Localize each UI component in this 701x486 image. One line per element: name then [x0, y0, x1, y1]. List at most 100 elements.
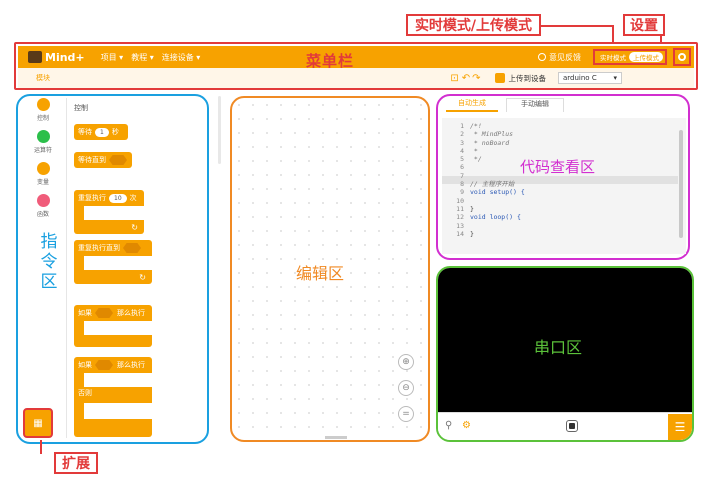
code-line-text: } [470, 204, 474, 213]
repeat-label: 重复执行 [78, 194, 106, 202]
category-control-dot [36, 98, 50, 111]
serial-toolbar [438, 412, 692, 440]
extension-annotation: 扩展 [54, 452, 98, 474]
menu-project[interactable]: 项目 ▾ [101, 52, 124, 63]
app-logo[interactable]: Mind+ [28, 51, 85, 64]
board-select[interactable]: arduino C ▾ [558, 72, 622, 84]
repeat-until-block[interactable]: 重复执行直到 ↻ [74, 240, 152, 284]
category-variables[interactable]: 变量 [28, 162, 58, 186]
code-line-number: 4 [460, 146, 464, 155]
usb-icon[interactable]: ⚲ [445, 420, 452, 431]
menu-connect-device[interactable]: 连接设备 ▾ [162, 52, 201, 63]
loop-arrow-icon: ↻ [131, 223, 138, 232]
repeat-until-block-mouth [84, 256, 152, 270]
category-variables-dot [36, 162, 50, 175]
if-then-else-block[interactable]: 如果 那么执行 否则 [74, 357, 152, 437]
code-line-number: 5 [460, 155, 464, 164]
chevron-down-icon: ▾ [613, 74, 617, 82]
if-then-block[interactable]: 如果 那么执行 [74, 305, 152, 347]
editor-zone-annotation: 编辑区 [296, 264, 345, 283]
code-line-text: */ [470, 155, 482, 164]
upload-device-label[interactable]: 上传到设备 [509, 73, 547, 84]
code-line-number: 6 [460, 163, 464, 172]
upload-device-icon[interactable] [494, 73, 505, 83]
wait-block[interactable]: 等待 1 秒 [74, 124, 128, 140]
undo-icon[interactable]: ↶ [462, 73, 470, 84]
extension-button[interactable]: ▦ [23, 408, 53, 438]
realtime-mode-option[interactable]: 实时模式 [597, 52, 629, 62]
wait-value-input[interactable]: 1 [95, 127, 109, 137]
repeat-until-condition-slot[interactable] [123, 243, 141, 253]
code-line: 1 /*! [446, 122, 676, 130]
category-operators-label: 运算符 [33, 147, 52, 154]
code-line: 9 void setup() { [446, 188, 676, 196]
code-line-number: 2 [460, 130, 464, 139]
code-line-number: 11 [456, 204, 464, 213]
if-else-if-label: 如果 [78, 361, 92, 369]
zoom-reset-button[interactable]: = [398, 406, 414, 422]
code-zone-annotation: 代码查看区 [520, 158, 596, 176]
category-control[interactable]: 控制 [28, 98, 58, 122]
wait-block-label: 等待 [78, 128, 92, 136]
eraser-icon [569, 423, 575, 429]
board-select-value: arduino C [563, 74, 597, 82]
if-else-condition-slot[interactable] [95, 360, 113, 370]
code-scrollbar[interactable] [679, 130, 683, 238]
zoom-out-icon: ⊖ [402, 383, 410, 393]
serial-menu-button[interactable]: ☰ [668, 414, 692, 440]
zoom-in-button[interactable]: ⊕ [398, 354, 414, 370]
menubar-annotation: 菜单栏 [306, 52, 355, 70]
then-label: 那么执行 [117, 309, 145, 317]
if-else-then-label: 那么执行 [117, 361, 145, 369]
if-condition-slot[interactable] [95, 308, 113, 318]
wait-until-block[interactable]: 等待直到 [74, 152, 132, 168]
palette-scrollbar[interactable] [218, 96, 221, 164]
extension-annotation-label: 扩展 [62, 456, 90, 472]
mode-switch[interactable]: 实时模式 上传模式 [593, 49, 667, 65]
category-operators-dot [36, 130, 50, 143]
editor-scrollbar[interactable] [325, 436, 347, 439]
condition-slot[interactable] [109, 155, 127, 165]
serial-config-icon[interactable]: ⚙ [462, 420, 471, 431]
menu-bar-top: Mind+ 项目 ▾ 教程 ▾ 连接设备 ▾ 意见反馈 实时模式 上传模式 [18, 46, 694, 68]
tab-manual-edit[interactable]: 手动编辑 [506, 98, 564, 112]
code-line: 11} [446, 205, 676, 213]
code-line: 12 void loop() { [446, 213, 676, 221]
crop-icon[interactable]: ⊡ [450, 73, 458, 84]
settings-button[interactable] [673, 48, 691, 66]
code-line-number: 9 [460, 188, 464, 197]
feedback-icon [538, 53, 546, 61]
wait-unit-label: 秒 [111, 128, 119, 136]
repeat-block-mouth [84, 206, 144, 220]
code-line: 13 [446, 222, 676, 230]
list-icon: ☰ [674, 420, 686, 434]
code-line: 10 [446, 197, 676, 205]
zoom-reset-icon: = [402, 409, 410, 419]
category-operators[interactable]: 运算符 [28, 130, 58, 154]
settings-annotation-label: 设置 [630, 18, 658, 34]
feedback-link[interactable]: 意见反馈 [538, 52, 581, 63]
code-line-number: 1 [460, 122, 464, 130]
code-line: 14} [446, 230, 676, 238]
code-line-text: void loop() { [470, 213, 521, 222]
tab-auto-generate[interactable]: 自动生成 [446, 98, 498, 112]
redo-icon[interactable]: ↷ [472, 73, 480, 84]
upload-mode-option[interactable]: 上传模式 [629, 52, 663, 62]
code-line: 8 // 主程序开始 [446, 180, 676, 188]
repeat-block[interactable]: 重复执行 10 次 ↻ [74, 190, 144, 234]
repeat-count-input[interactable]: 10 [109, 193, 127, 203]
if-else-upper-mouth [84, 373, 152, 387]
palette-section-title: 控制 [74, 104, 88, 112]
zoom-out-button[interactable]: ⊖ [398, 380, 414, 396]
module-tab[interactable]: 模块 [36, 73, 50, 83]
wait-until-label: 等待直到 [78, 156, 106, 164]
category-functions[interactable]: 函数 [28, 194, 58, 218]
settings-annotation: 设置 [623, 14, 665, 36]
menu-tutorial[interactable]: 教程 ▾ [131, 52, 154, 63]
extension-icon: ▦ [33, 417, 43, 429]
clear-output-button[interactable] [566, 420, 578, 432]
category-control-label: 控制 [36, 115, 49, 122]
mode-annotation-label: 实时模式/上传模式 [414, 18, 533, 34]
code-line-number: 13 [456, 221, 464, 230]
feedback-label: 意见反馈 [549, 52, 581, 62]
